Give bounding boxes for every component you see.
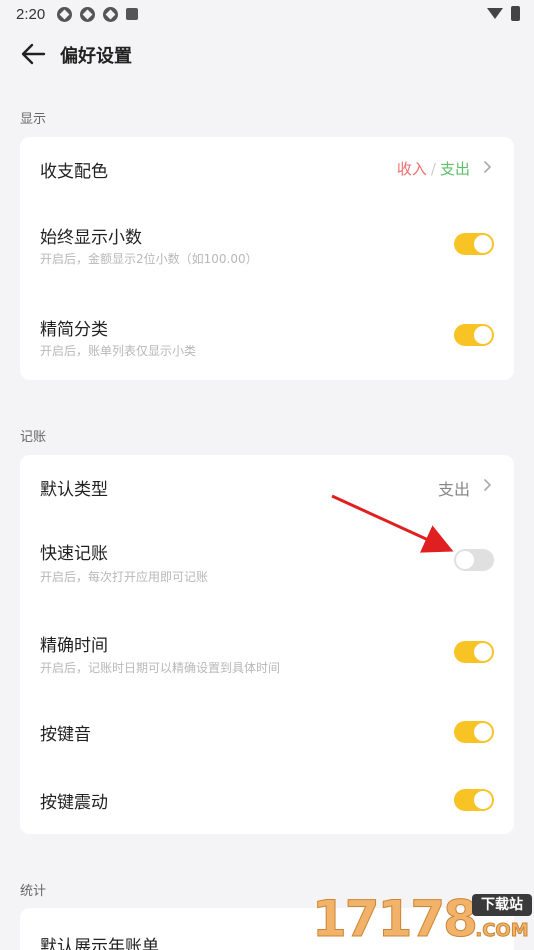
setting-title: 始终显示小数 xyxy=(40,228,142,248)
status-time: 2:20 xyxy=(16,5,46,23)
setting-title: 默认展示年账单 xyxy=(40,937,159,950)
toggle-knob xyxy=(474,643,492,661)
setting-title: 按键震动 xyxy=(40,793,108,813)
toggle-knob xyxy=(474,235,492,253)
watermark-number: 17178 xyxy=(312,890,479,949)
setting-row-color-scheme[interactable]: 收支配色 收入 / 支出 xyxy=(20,137,514,197)
back-arrow-icon[interactable] xyxy=(20,42,46,66)
section-label-stats: 统计 xyxy=(20,884,47,899)
toggle-knob xyxy=(456,551,474,569)
setting-title: 默认类型 xyxy=(40,480,108,500)
setting-title: 精简分类 xyxy=(40,320,108,340)
setting-title: 精确时间 xyxy=(40,636,108,656)
setting-row-show-decimals: 始终显示小数 开启后，金额显示2位小数（如100.00） xyxy=(20,207,514,283)
key-vibrate-toggle[interactable] xyxy=(454,789,494,811)
separator: / xyxy=(430,160,436,178)
status-bar: 2:20 xyxy=(0,0,534,28)
simple-category-toggle[interactable] xyxy=(454,324,494,346)
default-type-value: 支出 xyxy=(437,480,470,499)
setting-subtitle: 开启后，账单列表仅显示小类 xyxy=(40,344,197,358)
status-system-icons xyxy=(487,6,520,21)
app-notification-icon xyxy=(80,6,96,22)
wifi-icon xyxy=(487,8,503,19)
display-settings-card: 收支配色 收入 / 支出 始终显示小数 开启后，金额显示2位小数（如100.00） … xyxy=(20,137,514,380)
setting-row-default-type[interactable]: 默认类型 支出 xyxy=(20,455,514,515)
setting-row-key-vibrate: 按键震动 xyxy=(20,769,514,829)
app-notification-icon xyxy=(57,6,73,22)
setting-title: 收支配色 xyxy=(40,162,108,182)
watermark-suffix: .COM xyxy=(475,920,529,942)
section-label-display: 显示 xyxy=(20,112,47,127)
toggle-knob xyxy=(474,791,492,809)
battery-icon xyxy=(511,6,520,21)
keyboard-notification-icon xyxy=(126,8,139,20)
setting-row-simple-category: 精简分类 开启后，账单列表仅显示小类 xyxy=(20,299,514,375)
setting-subtitle: 开启后，记账时日期可以精确设置到具体时间 xyxy=(40,661,281,675)
setting-subtitle: 开启后，金额显示2位小数（如100.00） xyxy=(40,252,258,266)
key-sound-toggle[interactable] xyxy=(454,721,494,743)
setting-title: 快速记账 xyxy=(40,544,108,564)
status-notification-icons xyxy=(57,6,139,22)
color-scheme-value: 收入 / 支出 xyxy=(397,158,470,179)
setting-row-key-sound: 按键音 xyxy=(20,701,514,761)
app-notification-icon xyxy=(103,6,119,22)
setting-row-quick-entry: 快速记账 开启后，每次打开应用即可记账 xyxy=(20,525,514,601)
quick-entry-toggle[interactable] xyxy=(454,549,494,571)
chevron-right-icon xyxy=(483,160,492,174)
app-header: 偏好设置 xyxy=(0,30,534,78)
setting-title: 按键音 xyxy=(40,725,91,745)
section-label-bookkeeping: 记账 xyxy=(20,430,47,445)
toggle-knob xyxy=(474,723,492,741)
watermark-badge: 下载站 xyxy=(472,894,532,916)
show-decimals-toggle[interactable] xyxy=(454,233,494,255)
toggle-knob xyxy=(474,326,492,344)
setting-subtitle: 开启后，每次打开应用即可记账 xyxy=(40,570,209,584)
expense-color-label: 支出 xyxy=(439,160,470,178)
page-title: 偏好设置 xyxy=(60,46,132,67)
bookkeeping-settings-card: 默认类型 支出 快速记账 开启后，每次打开应用即可记账 精确时间 开启后，记账时… xyxy=(20,455,514,834)
chevron-right-icon xyxy=(483,478,492,492)
precise-time-toggle[interactable] xyxy=(454,641,494,663)
setting-row-precise-time: 精确时间 开启后，记账时日期可以精确设置到具体时间 xyxy=(20,617,514,693)
site-watermark: 17178 下载站 .COM xyxy=(312,888,534,950)
income-color-label: 收入 xyxy=(396,160,427,178)
